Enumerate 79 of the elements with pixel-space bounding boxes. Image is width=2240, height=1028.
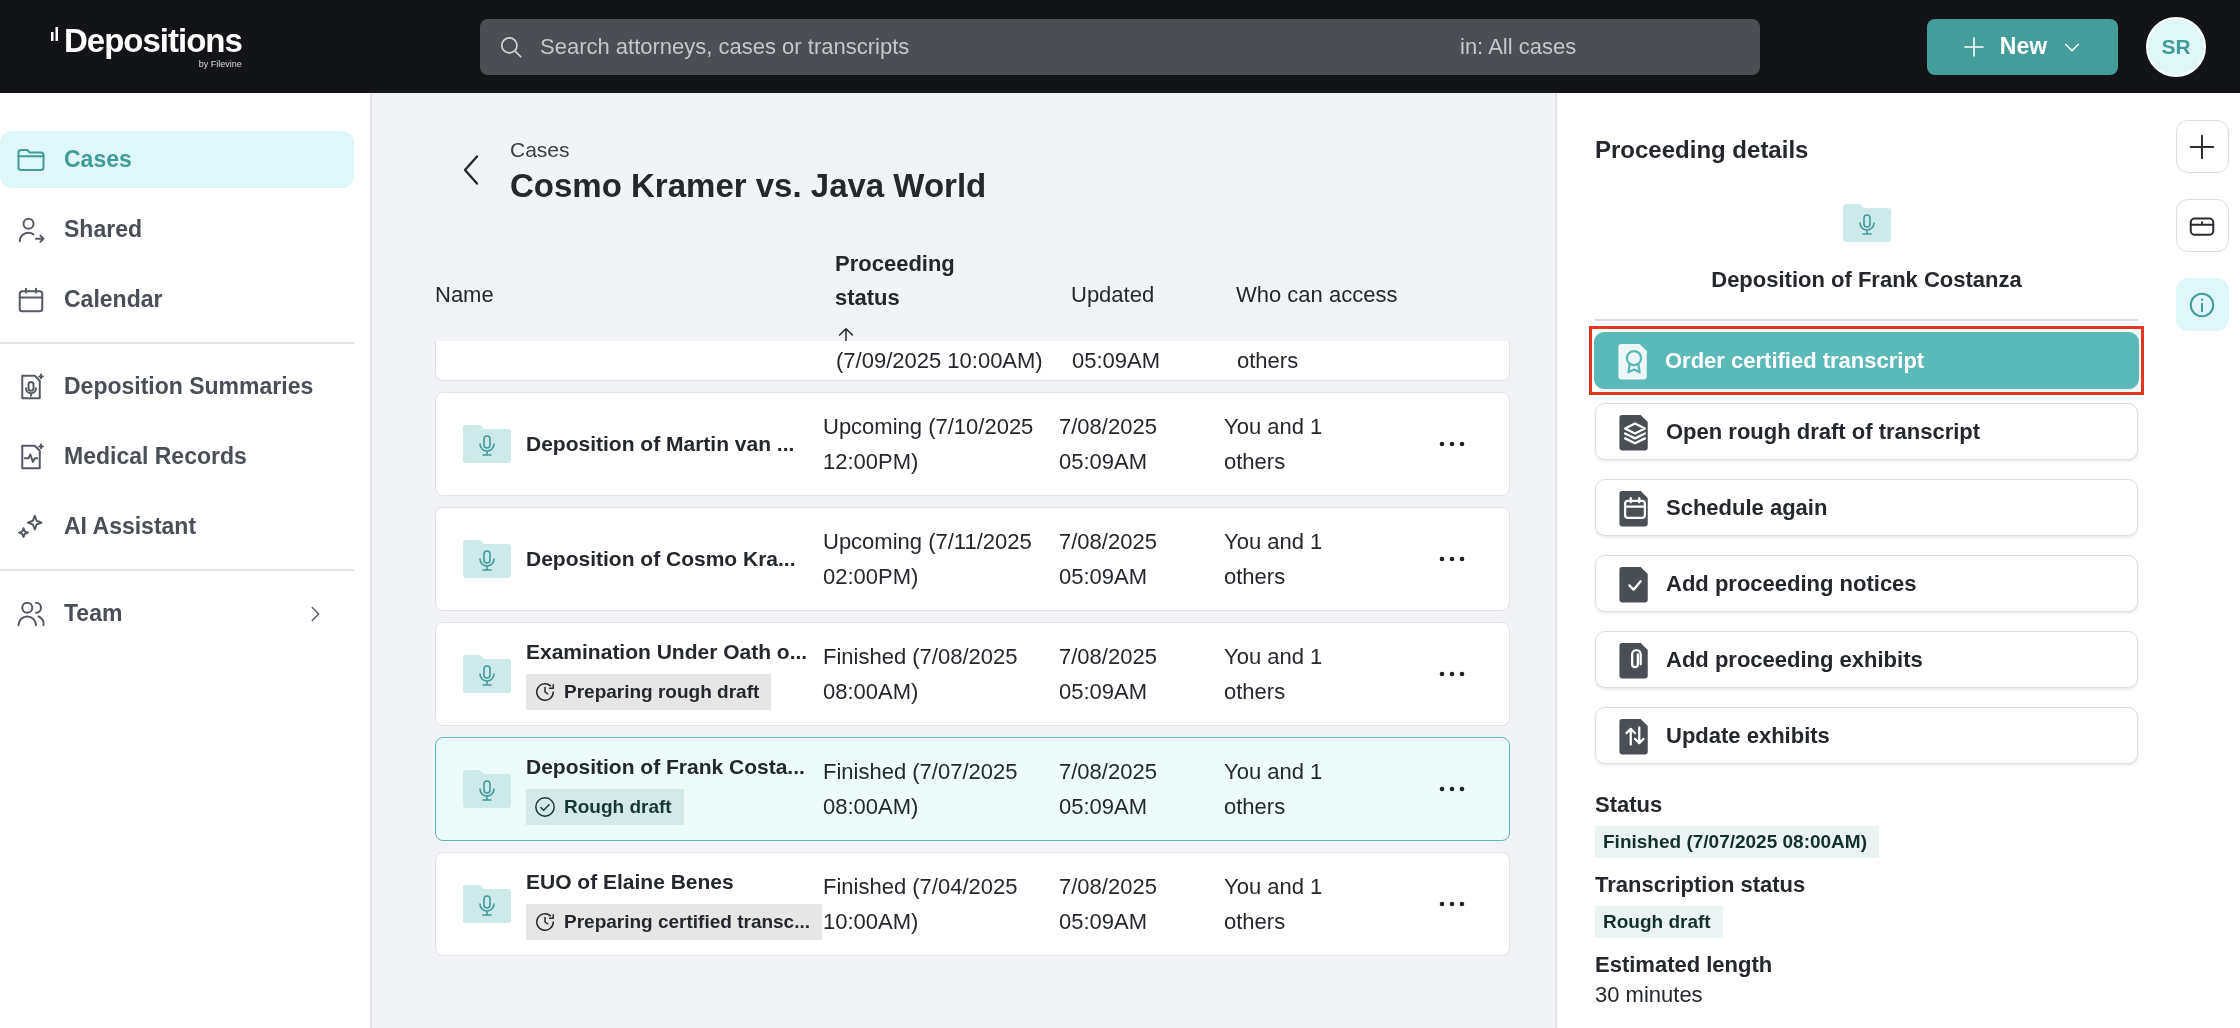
table-row[interactable]: (7/09/2025 10:00AM) 05:09AM others	[435, 341, 1510, 381]
ellipsis-icon	[1439, 670, 1465, 678]
ellipsis-icon	[1439, 440, 1465, 448]
field-value: 30 minutes	[1595, 981, 1704, 1009]
action-button[interactable]: Add proceeding exhibits	[1595, 631, 2138, 688]
ellipsis-icon	[1439, 555, 1465, 563]
status-cell-text: Finished (7/04/2025 10:00AM)	[823, 873, 1019, 936]
status-cell-text: Finished (7/07/2025 08:00AM)	[823, 758, 1019, 821]
proceeding-name[interactable]: Deposition of Frank Costa...	[526, 753, 817, 781]
column-header[interactable]: Proceeding status	[835, 247, 1025, 315]
sidebar-item[interactable]: Medical Records	[0, 428, 354, 485]
proceeding-name[interactable]: EUO of Elaine Benes	[526, 868, 817, 896]
updated-cell-text: 05:09AM	[1072, 347, 1162, 375]
table-row[interactable]: Deposition of Cosmo Kra... Upcoming (7/11/2025 02:00PM) 7/08/2025 05:09AM You and 1 others	[435, 507, 1510, 611]
column-header[interactable]: Updated	[1071, 278, 1236, 312]
sidebar-item[interactable]: Deposition Summaries	[0, 358, 354, 415]
panel-heading: Proceeding details	[1595, 135, 1810, 165]
sidebar-item[interactable]: AI Assistant	[0, 498, 354, 555]
plus-icon	[1961, 34, 1986, 59]
updated-cell-text: 7/08/2025 05:09AM	[1059, 873, 1158, 936]
microphone-folder-icon	[461, 769, 513, 809]
microphone-folder-icon	[461, 884, 513, 924]
breadcrumb-link[interactable]: Cases	[510, 135, 987, 165]
sidebar-item[interactable]: Team	[0, 585, 354, 642]
table-row[interactable]: Examination Under Oath o... Preparing rough draft Finished (7/08/2025 08:00AM) 7/08/2025 05:09AM You and 1 others	[435, 622, 1510, 726]
check-circle-icon	[534, 796, 556, 818]
sidebar-item[interactable]: Calendar	[0, 271, 354, 328]
access-cell-text: You and 1 others	[1224, 758, 1324, 821]
status-cell-text: Upcoming (7/11/2025 02:00PM)	[823, 528, 1033, 591]
action-button[interactable]: Open rough draft of transcript	[1595, 403, 2138, 460]
updated-cell-text: 7/08/2025 05:09AM	[1059, 413, 1158, 476]
updated-cell-text: 7/08/2025 05:09AM	[1059, 528, 1158, 591]
access-cell-text: You and 1 others	[1224, 643, 1324, 706]
case-title: Cosmo Kramer vs. Java World	[510, 167, 987, 205]
updated-cell-text: 7/08/2025 05:09AM	[1059, 643, 1158, 706]
status-badge: Finished (7/07/2025 08:00AM)	[1595, 826, 1879, 858]
status-cell-text: Upcoming (7/10/2025 12:00PM)	[823, 413, 1035, 476]
proceeding-title: Deposition of Frank Costanza	[1710, 266, 2023, 294]
column-header[interactable]: Who can access	[1236, 278, 1426, 312]
access-cell-text: You and 1 others	[1224, 873, 1324, 936]
column-header[interactable]: Name	[435, 278, 625, 312]
field-label: Transcription status	[1595, 871, 1807, 899]
app-logo: Depositions	[64, 23, 242, 58]
clock-icon	[534, 911, 556, 933]
search-scope[interactable]: in: All cases	[1460, 33, 1740, 60]
logo-subtitle: by Filevine	[198, 58, 242, 70]
proceeding-name[interactable]: Deposition of Cosmo Kra...	[526, 545, 817, 573]
info-button[interactable]	[2175, 278, 2229, 331]
search-field[interactable]: Search attorneys, cases or transcripts in: All cases	[480, 18, 1760, 75]
ellipsis-icon	[1439, 900, 1465, 908]
status-cell-text: (7/09/2025 10:00AM)	[836, 347, 1044, 375]
microphone-folder-icon	[461, 654, 513, 694]
add-button[interactable]	[2175, 120, 2229, 173]
table-row[interactable]: Deposition of Frank Costa... Rough draft Finished (7/07/2025 08:00AM) 7/08/2025 05:09AM You and 1 others	[435, 737, 1510, 841]
action-button[interactable]: Add proceeding notices	[1595, 555, 2138, 612]
access-cell-text: You and 1 others	[1224, 413, 1324, 476]
access-cell-text: others	[1237, 347, 1300, 375]
microphone-folder-icon	[461, 424, 513, 464]
updated-cell-text: 7/08/2025 05:09AM	[1059, 758, 1158, 821]
proceeding-name[interactable]: Deposition of Martin van ...	[526, 430, 817, 458]
transcript-badge: Preparing rough draft	[526, 674, 772, 710]
ellipsis-icon	[1439, 785, 1465, 793]
status-badge: Rough draft	[1595, 906, 1723, 938]
field-label: Status	[1595, 791, 1664, 819]
transcript-badge: Rough draft	[526, 789, 684, 825]
microphone-folder-icon	[1840, 203, 1893, 243]
sidebar-item[interactable]: Shared	[0, 201, 354, 258]
microphone-folder-icon	[461, 539, 513, 579]
field-label: Estimated length	[1595, 951, 1774, 979]
table-row[interactable]: Deposition of Martin van ... Upcoming (7/10/2025 12:00PM) 7/08/2025 05:09AM You and 1 others	[435, 392, 1510, 496]
status-cell-text: Finished (7/08/2025 08:00AM)	[823, 643, 1019, 706]
transcript-badge: Preparing certified transc...	[526, 904, 823, 940]
clock-icon	[534, 681, 556, 703]
action-button[interactable]: Update exhibits	[1595, 707, 2138, 764]
panel-button[interactable]	[2175, 199, 2229, 252]
table-row[interactable]: EUO of Elaine Benes Preparing certified transc... Finished (7/04/2025 10:00AM) 7/08/2025 05:09AM You and 1 others	[435, 852, 1510, 956]
proceeding-name[interactable]: Examination Under Oath o...	[526, 638, 817, 666]
action-button[interactable]: Schedule again	[1595, 479, 2138, 536]
access-cell-text: You and 1 others	[1224, 528, 1324, 591]
